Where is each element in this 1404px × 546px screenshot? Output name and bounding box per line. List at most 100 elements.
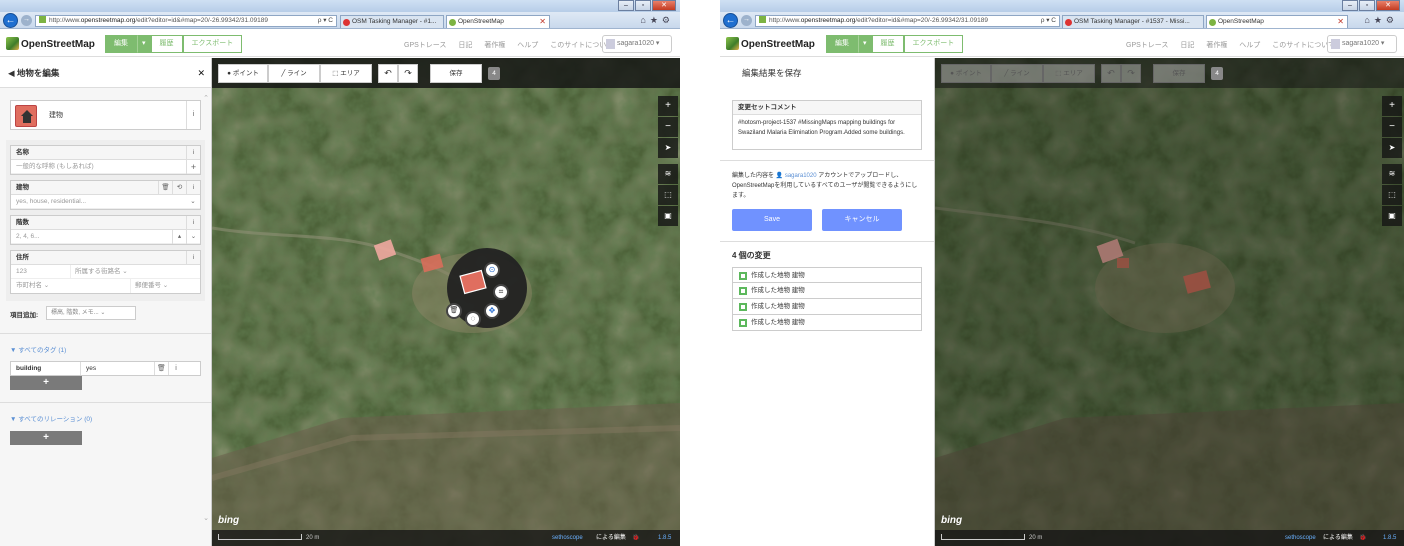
nav-help[interactable]: ヘルプ	[517, 42, 538, 49]
browser-icons[interactable]: ⌂★⚙	[1364, 15, 1398, 26]
add-relation-button[interactable]: +	[10, 431, 82, 445]
street-input[interactable]: 所属する街路名 ⌄	[71, 265, 200, 278]
square-corners-icon[interactable]: ⌗	[493, 284, 509, 300]
geolocate-icon[interactable]: ➤	[658, 138, 678, 158]
bug-icon[interactable]: 🐞	[1359, 530, 1366, 546]
all-relations-toggle[interactable]: ▼ すべてのリレーション (0)	[0, 413, 211, 427]
user-menu[interactable]: sagara1020 ▾	[602, 35, 672, 53]
housenumber-input[interactable]: 123	[11, 265, 71, 278]
address-input[interactable]: http://www.openstreetmap.org/edit?editor…	[755, 15, 1060, 27]
info-icon[interactable]: i	[186, 216, 200, 230]
rotate-icon[interactable]: ⊙	[484, 262, 500, 278]
map-data-icon[interactable]: ⬚	[658, 185, 678, 205]
nav-diary[interactable]: 日記	[1180, 42, 1194, 49]
decrement-icon[interactable]: ⌄	[186, 230, 200, 244]
osm-logo[interactable]: OpenStreetMap	[6, 37, 95, 50]
minimize-button[interactable]: –	[618, 0, 634, 11]
tag-value-input[interactable]: yes	[81, 362, 155, 375]
forward-icon[interactable]: →	[741, 15, 752, 26]
help-icon[interactable]: ▣	[658, 206, 678, 226]
close-tab-icon[interactable]: ✕	[1337, 16, 1344, 28]
postcode-input[interactable]: 郵便番号 ⌄	[131, 279, 200, 293]
increment-icon[interactable]: ▴	[172, 230, 186, 244]
forward-icon[interactable]: →	[21, 15, 32, 26]
chevron-down-icon[interactable]: ⌄	[186, 195, 200, 209]
delete-icon[interactable]: 🗑	[446, 303, 462, 319]
revert-icon[interactable]: ⟲	[172, 181, 186, 195]
back-icon[interactable]: ←	[3, 13, 18, 28]
city-input[interactable]: 市町村名 ⌄	[11, 279, 131, 293]
address-tools[interactable]: ρ ▾ C	[1041, 16, 1056, 26]
zoom-in-icon[interactable]: +	[1382, 96, 1402, 116]
help-icon[interactable]: ▣	[1382, 206, 1402, 226]
undo-icon[interactable]: ↶	[378, 64, 398, 83]
close-window-button[interactable]: ✕	[652, 0, 676, 11]
edit-button[interactable]: 編集	[826, 35, 858, 53]
minimize-button[interactable]: –	[1342, 0, 1358, 11]
info-icon[interactable]: i	[186, 251, 200, 265]
user-menu[interactable]: sagara1020 ▾	[1327, 35, 1397, 53]
tag-key-input[interactable]: building	[11, 362, 81, 375]
sethoscope-link[interactable]: sethoscope	[1285, 530, 1316, 546]
maximize-button[interactable]: ▫	[1359, 0, 1375, 11]
nav-diary[interactable]: 日記	[458, 42, 472, 49]
close-window-button[interactable]: ✕	[1376, 0, 1400, 11]
add-area-button[interactable]: ⬚ エリア	[320, 64, 372, 83]
tab-tasking-manager[interactable]: OSM Tasking Manager - #1537 - Missi...	[1062, 15, 1204, 28]
save-button[interactable]: 保存	[430, 64, 482, 83]
bug-icon[interactable]: 🐞	[632, 530, 639, 546]
browser-icons[interactable]: ⌂★⚙	[640, 15, 674, 26]
layers-icon[interactable]: ≋	[1382, 164, 1402, 184]
tab-tasking-manager[interactable]: OSM Tasking Manager - #1...	[340, 15, 444, 28]
nav-gps-traces[interactable]: GPSトレース	[1126, 42, 1168, 49]
nav-gps-traces[interactable]: GPSトレース	[404, 42, 446, 49]
sethoscope-link[interactable]: sethoscope	[552, 530, 583, 546]
trash-icon[interactable]: 🗑	[158, 181, 172, 195]
info-icon[interactable]: i	[169, 362, 183, 375]
tab-openstreetmap[interactable]: OpenStreetMap ✕	[446, 15, 550, 28]
map-data-icon[interactable]: ⬚	[1382, 185, 1402, 205]
address-input[interactable]: http://www.openstreetmap.org/edit?editor…	[35, 15, 337, 27]
geolocate-icon[interactable]: ➤	[1382, 138, 1402, 158]
close-icon[interactable]: ✕	[197, 58, 205, 88]
back-icon[interactable]: ←	[723, 13, 738, 28]
info-icon[interactable]: i	[186, 101, 200, 129]
move-icon[interactable]: ✥	[484, 303, 500, 319]
export-button[interactable]: エクスポート	[182, 35, 243, 53]
osm-logo[interactable]: OpenStreetMap	[726, 37, 815, 50]
redo-icon[interactable]: ↷	[398, 64, 418, 83]
change-item[interactable]: 作成した地物 建物	[732, 315, 922, 331]
export-button[interactable]: エクスポート	[903, 35, 964, 53]
nav-copyright[interactable]: 著作権	[1206, 42, 1227, 49]
upload-user-link[interactable]: sagara1020	[785, 173, 817, 179]
nav-about[interactable]: このサイトについて	[1272, 42, 1335, 49]
cancel-button[interactable]: キャンセル	[822, 209, 902, 231]
edit-button[interactable]: 編集	[105, 35, 137, 53]
close-tab-icon[interactable]: ✕	[539, 16, 546, 28]
history-button[interactable]: 履歴	[150, 35, 183, 53]
name-input[interactable]: 一般的な呼称 (もしあれば) +	[11, 160, 200, 174]
edit-dropdown-button[interactable]: ▾	[858, 35, 872, 53]
trash-icon[interactable]: 🗑	[155, 362, 169, 375]
circularize-icon[interactable]: ◌	[465, 311, 481, 327]
address-tools[interactable]: ρ ▾ C	[318, 16, 333, 26]
zoom-out-icon[interactable]: −	[658, 117, 678, 137]
edit-dropdown-button[interactable]: ▾	[137, 35, 151, 53]
add-field-input[interactable]: 標高, 階数, メモ... ⌄	[46, 306, 136, 320]
scroll-down-icon[interactable]: ⌄	[203, 514, 209, 522]
add-point-button[interactable]: ● ポイント	[218, 64, 268, 83]
maximize-button[interactable]: ▫	[635, 0, 651, 11]
save-button[interactable]: Save	[732, 209, 812, 231]
history-button[interactable]: 履歴	[871, 35, 904, 53]
zoom-out-icon[interactable]: −	[1382, 117, 1402, 137]
tab-openstreetmap[interactable]: OpenStreetMap ✕	[1206, 15, 1348, 28]
zoom-in-icon[interactable]: +	[658, 96, 678, 116]
change-item[interactable]: 作成した地物 建物	[732, 267, 922, 283]
all-tags-toggle[interactable]: ▼ すべてのタグ (1)	[0, 344, 211, 358]
add-localized-name-icon[interactable]: +	[186, 160, 200, 174]
info-icon[interactable]: i	[186, 181, 200, 195]
scroll-up-icon[interactable]: ⌃	[203, 94, 209, 102]
change-item[interactable]: 作成した地物 建物	[732, 299, 922, 315]
nav-copyright[interactable]: 著作権	[484, 42, 505, 49]
add-tag-button[interactable]: +	[10, 376, 82, 390]
